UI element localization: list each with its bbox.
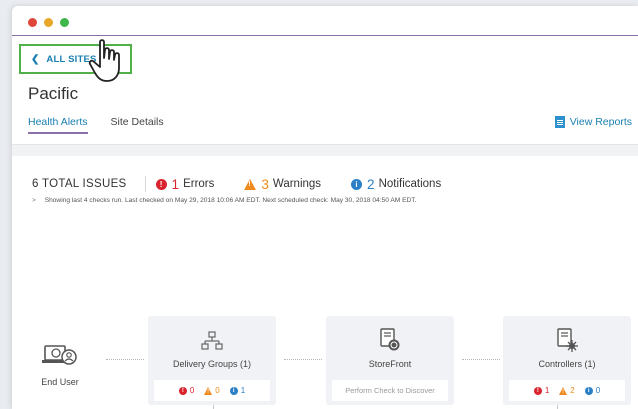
connector (106, 359, 144, 360)
delivery-groups-info: 1 (240, 386, 246, 395)
total-issues: 6 TOTAL ISSUES (32, 178, 127, 190)
end-user-node: End User (30, 344, 90, 387)
error-icon: ! (155, 178, 167, 190)
info-icon: i (584, 386, 593, 395)
app-window: ❮ ALL SITES Pacific Health Alerts Site D… (12, 6, 638, 409)
warnings-label: Warnings (272, 178, 322, 190)
end-user-icon (42, 345, 77, 365)
connector-line (557, 405, 558, 409)
pointer-hand-icon (88, 39, 120, 82)
controllers-title: Controllers (1) (538, 359, 596, 369)
view-reports-label: View Reports (569, 116, 632, 128)
notifications-count[interactable]: i 2 Notifications (351, 177, 441, 192)
chevron-left-icon: ❮ (31, 53, 40, 65)
errors-count[interactable]: ! 1 Errors (155, 176, 215, 192)
page-title: Pacific (28, 84, 79, 103)
controllers-warnings: 2 (570, 386, 575, 395)
controllers-status: !1 2 i0 (509, 380, 625, 401)
notifications-label: Notifications (378, 178, 442, 190)
maximize-window-button[interactable] (60, 18, 69, 27)
perform-check-text: Perform Check to Discover (345, 386, 435, 395)
end-user-label: End User (41, 377, 79, 387)
controllers-card[interactable]: Controllers (1) !1 2 i0 (503, 316, 631, 405)
controllers-info: 0 (595, 386, 601, 395)
summary-separator (144, 176, 146, 192)
delivery-groups-card[interactable]: Delivery Groups (1) !0 0 i1 (148, 316, 276, 405)
errors-number: 1 (171, 176, 180, 192)
tab-site-details[interactable]: Site Details (111, 116, 164, 134)
error-icon: ! (533, 386, 542, 395)
controllers-icon (557, 328, 578, 352)
delivery-groups-icon (201, 331, 223, 350)
warnings-number: 3 (261, 176, 269, 192)
tab-bar: Health Alerts Site Details (28, 116, 187, 134)
delivery-groups-status: !0 0 i1 (154, 380, 270, 401)
error-icon: ! (178, 386, 187, 395)
storefront-icon (380, 328, 400, 351)
warning-icon (244, 178, 257, 190)
last-checked-text[interactable]: > Showing last 4 checks run. Last checke… (32, 197, 416, 204)
connector-line (213, 405, 214, 409)
connector (462, 359, 500, 360)
connector (284, 359, 322, 360)
warnings-count[interactable]: 3 Warnings (244, 177, 321, 192)
warning-icon (204, 386, 213, 395)
delivery-groups-warnings: 0 (215, 386, 220, 395)
last-checked-label: Showing last 4 checks run. Last checked … (44, 197, 417, 204)
delivery-groups-title: Delivery Groups (1) (172, 359, 252, 369)
storefront-title: StoreFront (368, 359, 412, 369)
notifications-number: 2 (367, 176, 375, 192)
storefront-card[interactable]: StoreFront Perform Check to Discover (326, 316, 454, 405)
document-icon (554, 116, 565, 128)
issues-summary: 6 TOTAL ISSUES ! 1 Errors 3 Warnings i 2… (32, 176, 471, 192)
chevron-right-icon: > (32, 197, 36, 204)
view-reports-link[interactable]: View Reports (554, 116, 632, 128)
storefront-status: Perform Check to Discover (332, 380, 448, 401)
delivery-groups-errors: 0 (189, 386, 195, 395)
warning-icon (559, 386, 568, 395)
info-icon: i (351, 178, 363, 190)
close-window-button[interactable] (28, 18, 37, 27)
section-divider (12, 144, 638, 156)
title-bar (12, 6, 638, 36)
tab-health-alerts[interactable]: Health Alerts (28, 116, 88, 134)
controllers-errors: 1 (544, 386, 550, 395)
errors-label: Errors (183, 178, 215, 190)
info-icon: i (229, 386, 238, 395)
minimize-window-button[interactable] (44, 18, 53, 27)
